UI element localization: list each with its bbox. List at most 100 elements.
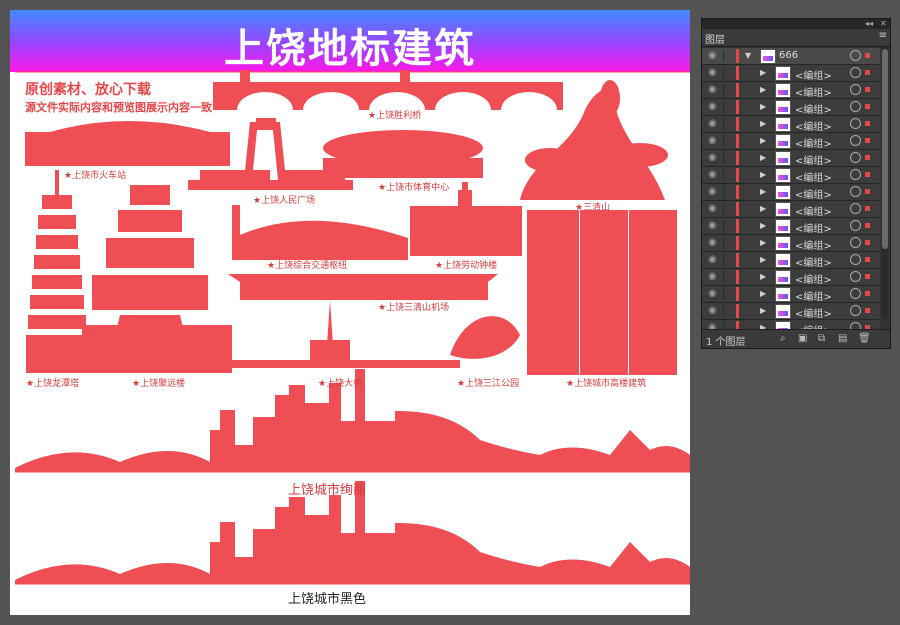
selection-square-icon[interactable] — [865, 206, 870, 211]
eye-icon[interactable]: ◉ — [708, 135, 717, 146]
layer-name[interactable]: <编组> — [795, 152, 832, 167]
target-circle-icon[interactable] — [850, 220, 861, 231]
layer-row-group[interactable]: ◉ ▶ <编组> — [702, 184, 880, 201]
eye-icon[interactable]: ◉ — [708, 254, 717, 265]
selection-square-icon[interactable] — [865, 87, 870, 92]
layer-row-group[interactable]: ◉ ▶ <编组> — [702, 201, 880, 218]
layer-name[interactable]: <编组> — [795, 254, 832, 269]
target-circle-icon[interactable] — [850, 186, 861, 197]
lock-toggle[interactable] — [723, 152, 724, 164]
selection-square-icon[interactable] — [865, 291, 870, 296]
layer-name[interactable]: <编组> — [795, 135, 832, 150]
target-circle-icon[interactable] — [850, 152, 861, 163]
eye-icon[interactable]: ◉ — [708, 305, 717, 316]
selection-square-icon[interactable] — [865, 257, 870, 262]
layer-name[interactable]: 666 — [779, 50, 798, 61]
eye-icon[interactable]: ◉ — [708, 237, 717, 248]
layer-row-group[interactable]: ◉ ▶ <编组> — [702, 269, 880, 286]
lock-toggle[interactable] — [723, 271, 724, 283]
lock-toggle[interactable] — [723, 237, 724, 249]
selection-square-icon[interactable] — [865, 70, 870, 75]
target-circle-icon[interactable] — [850, 305, 861, 316]
layer-row-parent[interactable]: ◉ ▼ 666 — [702, 48, 880, 65]
lock-toggle[interactable] — [723, 186, 724, 198]
eye-icon[interactable]: ◉ — [708, 169, 717, 180]
triangle-right-icon[interactable]: ▶ — [760, 85, 766, 94]
eye-icon[interactable]: ◉ — [708, 101, 717, 112]
triangle-right-icon[interactable]: ▶ — [760, 255, 766, 264]
layer-row-group[interactable]: ◉ ▶ <编组> — [702, 235, 880, 252]
layer-name[interactable]: <编组> — [795, 169, 832, 184]
selection-square-icon[interactable] — [865, 104, 870, 109]
selection-square-icon[interactable] — [865, 189, 870, 194]
lock-toggle[interactable] — [723, 118, 724, 130]
selection-square-icon[interactable] — [865, 53, 870, 58]
triangle-right-icon[interactable]: ▶ — [760, 238, 766, 247]
target-circle-icon[interactable] — [850, 118, 861, 129]
triangle-right-icon[interactable]: ▶ — [760, 221, 766, 230]
selection-square-icon[interactable] — [865, 274, 870, 279]
eye-icon[interactable]: ◉ — [708, 118, 717, 129]
eye-icon[interactable]: ◉ — [708, 288, 717, 299]
target-circle-icon[interactable] — [850, 135, 861, 146]
trash-icon[interactable]: 🗑 — [858, 333, 871, 344]
eye-icon[interactable]: ◉ — [708, 152, 717, 163]
eye-icon[interactable]: ◉ — [708, 186, 717, 197]
target-circle-icon[interactable] — [850, 254, 861, 265]
collapse-icon[interactable]: ◂◂ — [865, 19, 873, 28]
eye-icon[interactable]: ◉ — [708, 84, 717, 95]
lock-toggle[interactable] — [723, 50, 724, 62]
triangle-right-icon[interactable]: ▶ — [760, 204, 766, 213]
layer-row-group[interactable]: ◉ ▶ <编组> — [702, 133, 880, 150]
target-circle-icon[interactable] — [850, 237, 861, 248]
layer-name[interactable]: <编组> — [795, 67, 832, 82]
layer-name[interactable]: <编组> — [795, 101, 832, 116]
triangle-right-icon[interactable]: ▶ — [760, 187, 766, 196]
layer-name[interactable]: <编组> — [795, 305, 832, 320]
lock-toggle[interactable] — [723, 135, 724, 147]
layer-name[interactable]: <编组> — [795, 271, 832, 286]
selection-square-icon[interactable] — [865, 172, 870, 177]
triangle-right-icon[interactable]: ▶ — [760, 102, 766, 111]
triangle-right-icon[interactable]: ▶ — [760, 306, 766, 315]
triangle-right-icon[interactable]: ▶ — [760, 153, 766, 162]
layer-row-group[interactable]: ◉ ▶ <编组> — [702, 99, 880, 116]
tab-layers[interactable]: 图层 — [705, 31, 725, 46]
eye-icon[interactable]: ◉ — [708, 50, 717, 61]
lock-toggle[interactable] — [723, 305, 724, 317]
selection-square-icon[interactable] — [865, 308, 870, 313]
triangle-right-icon[interactable]: ▶ — [760, 119, 766, 128]
layer-name[interactable]: <编组> — [795, 288, 832, 303]
lock-toggle[interactable] — [723, 67, 724, 79]
panel-menu-icon[interactable]: ≡ — [879, 30, 887, 41]
new-sublayer-icon[interactable]: ⧉ — [818, 333, 825, 344]
eye-icon[interactable]: ◉ — [708, 203, 717, 214]
layer-name[interactable]: <编组> — [795, 186, 832, 201]
target-circle-icon[interactable] — [850, 203, 861, 214]
selection-square-icon[interactable] — [865, 121, 870, 126]
target-circle-icon[interactable] — [850, 50, 861, 61]
layer-row-group[interactable]: ◉ ▶ <编组> — [702, 218, 880, 235]
layer-row-group[interactable]: ◉ ▶ <编组> — [702, 167, 880, 184]
lock-toggle[interactable] — [723, 169, 724, 181]
selection-square-icon[interactable] — [865, 223, 870, 228]
lock-toggle[interactable] — [723, 101, 724, 113]
close-icon[interactable]: ✕ — [880, 19, 887, 28]
triangle-right-icon[interactable]: ▶ — [760, 289, 766, 298]
eye-icon[interactable]: ◉ — [708, 271, 717, 282]
panel-scrollbar[interactable] — [882, 47, 888, 317]
layer-row-group[interactable]: ◉ ▶ <编组> — [702, 303, 880, 320]
layer-row-group[interactable]: ◉ ▶ <编组> — [702, 286, 880, 303]
eye-icon[interactable]: ◉ — [708, 220, 717, 231]
layer-name[interactable]: <编组> — [795, 203, 832, 218]
lock-toggle[interactable] — [723, 203, 724, 215]
search-icon[interactable]: ⌕ — [780, 333, 786, 344]
triangle-right-icon[interactable]: ▶ — [760, 170, 766, 179]
lock-toggle[interactable] — [723, 254, 724, 266]
layer-name[interactable]: <编组> — [795, 237, 832, 252]
layer-name[interactable]: <编组> — [795, 220, 832, 235]
new-layer-icon[interactable]: ▤ — [838, 333, 847, 344]
selection-square-icon[interactable] — [865, 138, 870, 143]
layer-row-group[interactable]: ◉ ▶ <编组> — [702, 116, 880, 133]
target-circle-icon[interactable] — [850, 67, 861, 78]
